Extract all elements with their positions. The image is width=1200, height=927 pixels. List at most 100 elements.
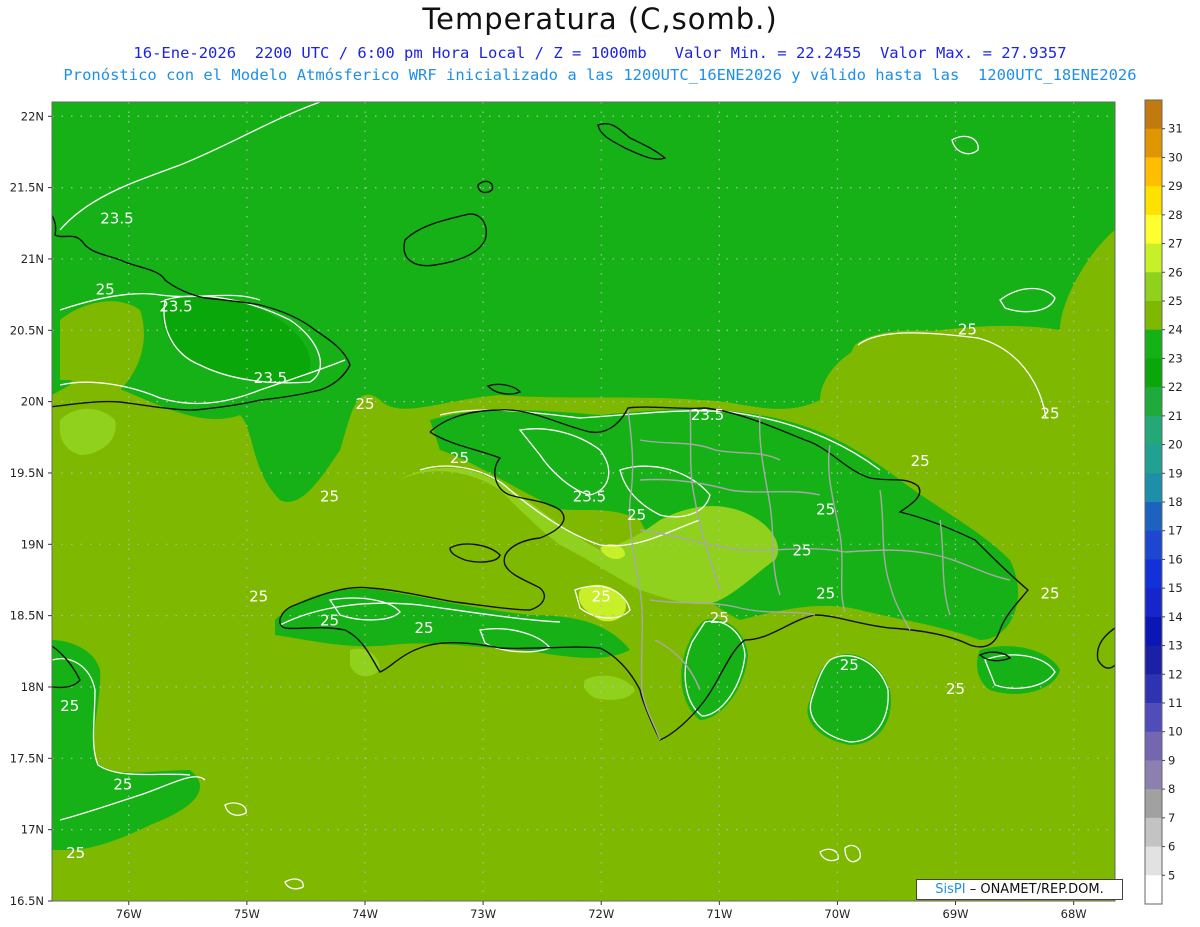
colorbar-swatch (1145, 846, 1162, 876)
contour-label: 23.5 (691, 406, 724, 424)
colorbar-label: 17 (1168, 524, 1183, 538)
lat-tick-label: 21N (21, 252, 44, 266)
lon-tick-label: 70W (824, 907, 850, 921)
colorbar-swatch (1145, 100, 1162, 130)
colorbar-swatch (1145, 387, 1162, 417)
colorbar-swatch (1145, 616, 1162, 647)
contour-label: 23.5 (100, 209, 133, 227)
colorbar-swatch (1145, 645, 1162, 675)
colorbar-label: 18 (1168, 495, 1183, 509)
sispi-logo: SisPI (935, 882, 966, 897)
lat-tick-label: 17N (21, 823, 44, 837)
lat-tick-label: 18.5N (10, 609, 44, 623)
colorbar-swatch (1145, 731, 1162, 761)
lat-tick-label: 18N (21, 680, 44, 694)
colorbar-label: 29 (1168, 179, 1183, 193)
colorbar-swatch (1145, 186, 1162, 216)
contour-label: 23.5 (573, 488, 606, 506)
colorbar-swatch (1145, 444, 1162, 474)
colorbar-swatch (1145, 214, 1162, 245)
colorbar-swatch (1145, 473, 1162, 503)
contour-label: 25 (1040, 585, 1059, 603)
contour-label: 25 (946, 680, 965, 698)
colorbar-swatch (1145, 157, 1162, 187)
lat-tick-label: 20N (21, 395, 44, 409)
colorbar: 31 30 29 28 27 26 25 24 23 22 21 20 19 18 17 16 15 14 13 12… (1144, 99, 1183, 905)
colorbar-label: 23 (1168, 351, 1183, 365)
lon-tick-label: 72W (588, 907, 614, 921)
contour-label: 25 (792, 542, 811, 560)
colorbar-swatch (1145, 128, 1162, 158)
temperature-map: 23.5 25 23.5 23.5 25 25 25 23.5 25 23.5 25 25 25 25 25… (10, 99, 1183, 921)
colorbar-swatch (1145, 875, 1162, 905)
contour-label: 25 (592, 587, 611, 605)
colorbar-label: 10 (1168, 725, 1183, 739)
colorbar-label: 9 (1168, 753, 1175, 767)
lon-tick-label: 71W (706, 907, 732, 921)
contour-label: 25 (66, 844, 85, 862)
colorbar-swatch (1145, 272, 1162, 302)
colorbar-swatch (1145, 329, 1162, 359)
colorbar-swatch (1145, 817, 1162, 848)
contour-label: 25 (320, 612, 339, 630)
colorbar-label: 31 (1168, 122, 1183, 136)
lon-tick-label: 74W (352, 907, 378, 921)
colorbar-label: 5 (1168, 868, 1175, 882)
contour-label: 25 (958, 321, 977, 339)
colorbar-label: 25 (1168, 294, 1183, 308)
colorbar-swatch (1145, 559, 1162, 589)
contour-label: 25 (840, 656, 859, 674)
contour-label: 25 (816, 500, 835, 518)
colorbar-label: 11 (1168, 696, 1183, 710)
colorbar-swatch (1145, 789, 1162, 819)
contour-label: 25 (450, 449, 469, 467)
contour-label: 23.5 (159, 298, 192, 316)
contour-label: 23.5 (254, 369, 287, 387)
colorbar-swatch (1145, 530, 1162, 560)
colorbar-label: 28 (1168, 208, 1183, 222)
colorbar-label: 27 (1168, 237, 1183, 251)
colorbar-label: 7 (1168, 811, 1175, 825)
contour-label: 25 (415, 619, 434, 637)
colorbar-swatch (1145, 674, 1162, 704)
colorbar-label: 12 (1168, 667, 1183, 681)
colorbar-label: 14 (1168, 610, 1183, 624)
colorbar-swatch (1145, 415, 1162, 446)
contour-label: 25 (320, 488, 339, 506)
contour-label: 25 (816, 585, 835, 603)
contour-label: 25 (1040, 405, 1059, 423)
latitude-axis: 22N 21.5N 21N 20.5N 20N 19.5N 19N 18.5N 18N 17.5N… (10, 109, 52, 908)
lon-tick-label: 68W (1061, 907, 1087, 921)
colorbar-swatch (1145, 358, 1162, 388)
colorbar-label: 21 (1168, 409, 1183, 423)
colorbar-label: 22 (1168, 380, 1183, 394)
colorbar-label: 30 (1168, 150, 1183, 164)
colorbar-swatch (1145, 243, 1162, 273)
colorbar-label: 8 (1168, 782, 1175, 796)
lat-tick-label: 21.5N (10, 181, 44, 195)
colorbar-label: 6 (1168, 840, 1175, 854)
contour-label: 25 (60, 697, 79, 715)
lon-tick-label: 75W (234, 907, 260, 921)
longitude-axis: 76W 75W 74W 73W 72W 71W 70W 69W 68W (116, 901, 1087, 921)
colorbar-label: 26 (1168, 265, 1183, 279)
contour-label: 25 (96, 281, 115, 299)
credit-text: – ONAMET/REP.DOM. (965, 882, 1104, 897)
colorbar-label: 13 (1168, 639, 1183, 653)
colorbar-label: 15 (1168, 581, 1183, 595)
contour-label: 25 (911, 452, 930, 470)
colorbar-swatch (1145, 703, 1162, 733)
colorbar-swatch (1145, 760, 1162, 790)
colorbar-swatch (1145, 588, 1162, 618)
colorbar-label: 19 (1168, 466, 1183, 480)
lon-tick-label: 76W (116, 907, 142, 921)
colorbar-label: 20 (1168, 438, 1183, 452)
colorbar-swatch (1145, 301, 1162, 331)
colorbar-swatch (1145, 502, 1162, 532)
contour-label: 25 (355, 395, 374, 413)
lat-tick-label: 22N (21, 109, 44, 123)
lat-tick-label: 19N (21, 537, 44, 551)
credit-box: SisPI – ONAMET/REP.DOM. (916, 879, 1123, 900)
colorbar-label: 24 (1168, 323, 1183, 337)
lat-tick-label: 19.5N (10, 466, 44, 480)
